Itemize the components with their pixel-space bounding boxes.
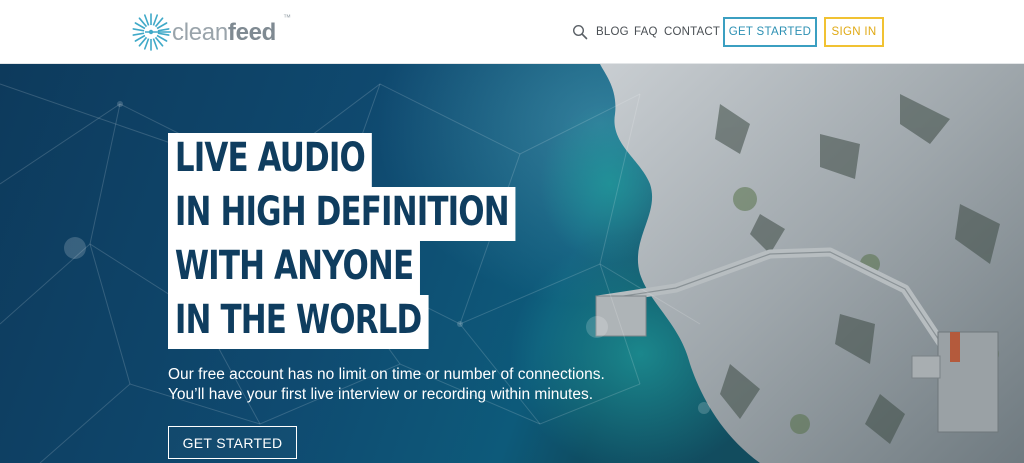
logo[interactable]: cleanfeed ™ [131,10,291,54]
search-icon[interactable] [572,24,588,40]
hero-banner: LIVE AUDIO IN HIGH DEFINITION WITH ANYON… [0,64,1024,463]
hero-headline: LIVE AUDIO IN HIGH DEFINITION WITH ANYON… [168,133,572,349]
nav-link-contact[interactable]: CONTACT [664,24,720,40]
hero-subtext: Our free account has no limit on time or… [168,365,638,405]
get-started-button[interactable]: GET STARTED [723,17,817,47]
sign-in-button[interactable]: SIGN IN [824,17,884,47]
logo-suffix: feed [227,18,277,46]
radial-burst-icon [132,13,171,51]
nav-link-faq[interactable]: FAQ [634,24,658,40]
headline-line-4: IN THE WORLD [168,295,429,349]
hero-subtext-line-1: Our free account has no limit on time or… [168,366,605,383]
site-header: cleanfeed ™ BLOG FAQ CONTACT GET STARTED… [0,0,1024,64]
headline-line-3: WITH ANYONE [168,241,421,295]
hero-subtext-line-2: You’ll have your first live interview or… [168,386,594,403]
headline-line-2: IN HIGH DEFINITION [168,187,516,241]
logo-trademark: ™ [283,13,291,22]
logo-prefix: clean [172,18,228,46]
logo-wordmark: cleanfeed [172,19,276,47]
nav-link-blog[interactable]: BLOG [596,24,629,40]
headline-line-1: LIVE AUDIO [168,133,372,187]
hero-get-started-button[interactable]: GET STARTED [168,426,297,459]
